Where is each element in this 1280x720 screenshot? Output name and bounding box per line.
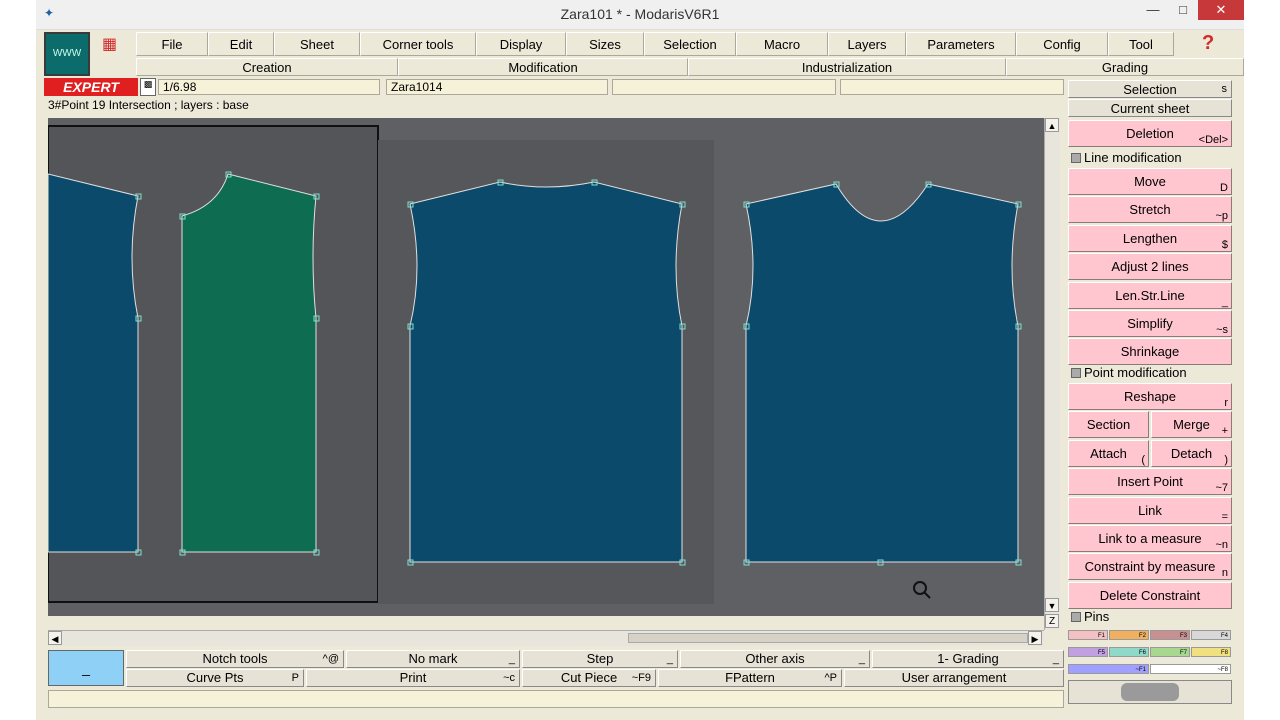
lengthen-button[interactable]: Lengthen $ bbox=[1068, 225, 1232, 252]
detach-button[interactable]: Detach) bbox=[1151, 440, 1232, 467]
window-controls: — □ ✕ bbox=[1138, 0, 1244, 22]
fkey-chip[interactable]: F6 bbox=[1109, 647, 1149, 657]
category-creation[interactable]: Creation bbox=[136, 58, 398, 76]
title-bar: ✦ Zara101 * - ModarisV6R1 — □ ✕ bbox=[36, 0, 1244, 30]
minimize-button[interactable]: — bbox=[1138, 0, 1168, 20]
bottom-fpattern-button[interactable]: FPattern ^P bbox=[658, 669, 842, 687]
document-icon[interactable]: ▩ bbox=[140, 78, 156, 96]
line-modification-section[interactable]: Line modification bbox=[1068, 149, 1232, 167]
menu-macro[interactable]: Macro bbox=[736, 32, 828, 56]
info-field-2[interactable] bbox=[840, 79, 1064, 95]
footer-status-bar bbox=[48, 690, 1064, 708]
bottom-no-mark-button[interactable]: No mark _ bbox=[346, 650, 520, 668]
bottom-cut-piece-button[interactable]: Cut Piece ~F9 bbox=[522, 669, 656, 687]
fkey-chip[interactable]: F3 bbox=[1150, 630, 1190, 640]
shrinkage-button[interactable]: Shrinkage bbox=[1068, 338, 1232, 365]
pattern-piece-left[interactable] bbox=[48, 173, 139, 553]
merge-button[interactable]: Merge + bbox=[1151, 411, 1232, 438]
pattern-piece-back[interactable] bbox=[745, 183, 1019, 563]
vertical-scrollbar[interactable]: ▲ ▼ Z bbox=[1044, 118, 1060, 630]
book-icon[interactable]: ▦ bbox=[102, 34, 122, 53]
bottom-print-button[interactable]: Print ~c bbox=[306, 669, 520, 687]
bottom-user-arrangement-button[interactable]: User arrangement bbox=[844, 669, 1064, 687]
info-field-1[interactable] bbox=[612, 79, 836, 95]
menu-corner-tools[interactable]: Corner tools bbox=[360, 32, 476, 56]
fkey-chip[interactable]: F7 bbox=[1150, 647, 1190, 657]
attach-button[interactable]: Attach( bbox=[1068, 440, 1149, 467]
section-button[interactable]: Section bbox=[1068, 411, 1149, 438]
bottom-notch-tools-button[interactable]: Notch tools ^@ bbox=[126, 650, 344, 668]
menu-tool[interactable]: Tool bbox=[1108, 32, 1174, 56]
fkey-chip[interactable]: F1 bbox=[1068, 630, 1108, 640]
len-str-line-button[interactable]: Len.Str.Line _ bbox=[1068, 282, 1232, 309]
fkey-chip[interactable]: F2 bbox=[1109, 630, 1149, 640]
scale-field[interactable]: 1/6.98 bbox=[158, 79, 380, 95]
bottom-step-button[interactable]: Step _ bbox=[522, 650, 678, 668]
bottom-other-axis-button[interactable]: Other axis _ bbox=[680, 650, 870, 668]
close-button[interactable]: ✕ bbox=[1198, 0, 1244, 20]
simplify-button[interactable]: Simplify ~s bbox=[1068, 310, 1232, 337]
bottom-curve-pts-button[interactable]: Curve Pts P bbox=[126, 669, 304, 687]
drawing-canvas[interactable] bbox=[48, 118, 1044, 616]
menu-display[interactable]: Display bbox=[476, 32, 566, 56]
menu-layers[interactable]: Layers bbox=[828, 32, 906, 56]
insert-point-button[interactable]: Insert Point ~7 bbox=[1068, 468, 1232, 495]
menu-parameters[interactable]: Parameters bbox=[906, 32, 1016, 56]
maximize-button[interactable]: □ bbox=[1168, 0, 1198, 20]
menu-edit[interactable]: Edit bbox=[208, 32, 274, 56]
www-tile[interactable]: WWW bbox=[44, 32, 90, 76]
right-tool-panel: Selection s Current sheet Deletion <Del> L… bbox=[1068, 80, 1236, 720]
scroll-down-arrow[interactable]: ▼ bbox=[1045, 598, 1059, 612]
fkey-chip[interactable]: ~F1 bbox=[1068, 664, 1149, 674]
scroll-right-arrow[interactable]: ▶ bbox=[1028, 631, 1042, 645]
constraint-by-measure-button[interactable]: Constraint by measure n bbox=[1068, 553, 1232, 580]
window-title: Zara101 * - ModarisV6R1 bbox=[560, 6, 720, 22]
piece-name-field[interactable]: Zara1014 bbox=[386, 79, 608, 95]
expert-badge[interactable]: EXPERT bbox=[44, 78, 138, 96]
pattern-piece-green[interactable] bbox=[181, 173, 317, 553]
reshape-button[interactable]: Reshape r bbox=[1068, 383, 1232, 410]
link-to-measure-button[interactable]: Link to a measure ~n bbox=[1068, 525, 1232, 552]
pins-section[interactable]: Pins bbox=[1068, 608, 1232, 626]
deletion-button[interactable]: Deletion <Del> bbox=[1068, 120, 1232, 147]
bottom-1-grading-button[interactable]: 1- Grading _ bbox=[872, 650, 1064, 668]
fkey-chip[interactable]: F8 bbox=[1191, 647, 1231, 657]
help-icon[interactable]: ? bbox=[1202, 32, 1222, 54]
nav-strip[interactable] bbox=[1068, 680, 1232, 704]
app-frame: WWW ▦ File Edit Sheet Corner tools Display Si… bbox=[36, 30, 1244, 720]
scroll-up-arrow[interactable]: ▲ bbox=[1045, 118, 1059, 132]
category-industrialization[interactable]: Industrialization bbox=[688, 58, 1006, 76]
nav-thumb[interactable] bbox=[1121, 683, 1179, 701]
current-tool-button[interactable]: _ bbox=[48, 650, 124, 686]
stretch-button[interactable]: Stretch ~p bbox=[1068, 196, 1232, 223]
category-modification[interactable]: Modification bbox=[398, 58, 688, 76]
status-message: 3#Point 19 Intersection ; layers : base bbox=[48, 98, 249, 112]
scroll-left-arrow[interactable]: ◀ bbox=[48, 631, 62, 645]
delete-constraint-button[interactable]: Delete Constraint bbox=[1068, 582, 1232, 609]
scroll-thumb[interactable] bbox=[628, 633, 1028, 643]
fkey-chip[interactable]: F5 bbox=[1068, 647, 1108, 657]
adjust-2-lines-button[interactable]: Adjust 2 lines bbox=[1068, 253, 1232, 280]
link-button[interactable]: Link = bbox=[1068, 497, 1232, 524]
menu-config[interactable]: Config bbox=[1016, 32, 1108, 56]
pattern-piece-front[interactable] bbox=[409, 181, 683, 563]
fkey-chip[interactable]: F4 bbox=[1191, 630, 1231, 640]
selection-button[interactable]: Selection s bbox=[1068, 80, 1232, 98]
fkey-chip[interactable]: ~F8 bbox=[1150, 664, 1231, 674]
menu-bar: File Edit Sheet Corner tools Display Sizes Sel… bbox=[136, 32, 1174, 56]
menu-sizes[interactable]: Sizes bbox=[566, 32, 644, 56]
menu-selection[interactable]: Selection bbox=[644, 32, 736, 56]
magnifier-icon bbox=[913, 581, 931, 599]
current-sheet-button[interactable]: Current sheet bbox=[1068, 99, 1232, 117]
menu-file[interactable]: File bbox=[136, 32, 208, 56]
zoom-z-button[interactable]: Z bbox=[1045, 614, 1059, 628]
pattern-canvas-svg bbox=[48, 125, 1022, 604]
move-button[interactable]: Move D bbox=[1068, 168, 1232, 195]
point-modification-section[interactable]: Point modification bbox=[1068, 364, 1232, 382]
menu-sheet[interactable]: Sheet bbox=[274, 32, 360, 56]
category-row: Creation Modification Industrialization Gra… bbox=[136, 58, 1244, 76]
category-grading[interactable]: Grading bbox=[1006, 58, 1244, 76]
horizontal-scrollbar[interactable]: ◀ ▶ bbox=[48, 630, 1044, 646]
